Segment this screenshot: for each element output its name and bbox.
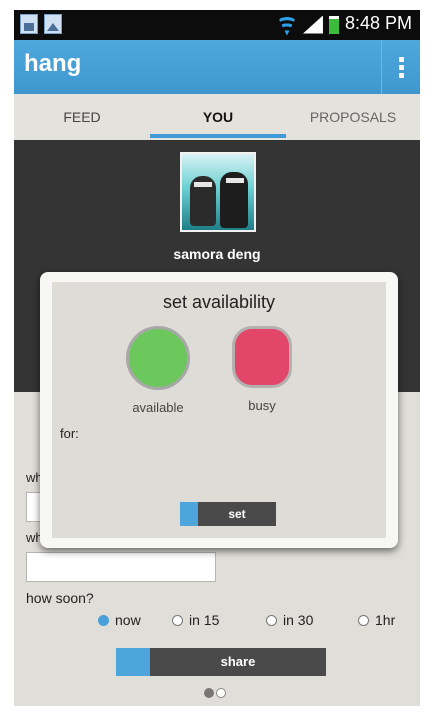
status-right-icons: 8:48 PM: [277, 13, 412, 34]
tab-feed[interactable]: FEED: [14, 94, 150, 140]
battery-icon: [328, 15, 339, 34]
gallery-icon: [44, 14, 62, 34]
for-label: for:: [60, 426, 79, 441]
busy-circle-icon: [232, 326, 292, 388]
sim-icon: [20, 14, 38, 34]
available-label: available: [132, 400, 184, 415]
availability-dialog: set availability available busy for: set: [40, 272, 398, 548]
dialog-title: set availability: [162, 292, 276, 312]
busy-label: busy: [248, 398, 276, 413]
more-vert-icon: [398, 56, 404, 78]
available-option[interactable]: available: [108, 326, 208, 415]
status-left-icons: [20, 14, 62, 34]
set-accent: [180, 502, 198, 526]
app-title: hang: [24, 50, 82, 77]
active-tab-indicator: [150, 134, 286, 138]
tab-proposals[interactable]: PROPOSALS: [286, 94, 420, 140]
overflow-menu-button[interactable]: [381, 40, 420, 94]
app-bar: hang: [14, 40, 420, 94]
dialog-body: set availability available busy for: set: [52, 282, 386, 538]
set-button[interactable]: set: [180, 502, 276, 526]
phone-screen: 8:48 PM hang FEED YOU PROPOSALS samora d…: [14, 10, 420, 706]
status-bar: 8:48 PM: [14, 10, 420, 40]
status-time: 8:48 PM: [344, 13, 412, 33]
available-circle-icon: [126, 326, 190, 390]
set-label: set: [228, 507, 246, 521]
signal-icon: [302, 15, 323, 34]
busy-option[interactable]: busy: [212, 326, 312, 413]
wifi-icon: [277, 14, 297, 34]
